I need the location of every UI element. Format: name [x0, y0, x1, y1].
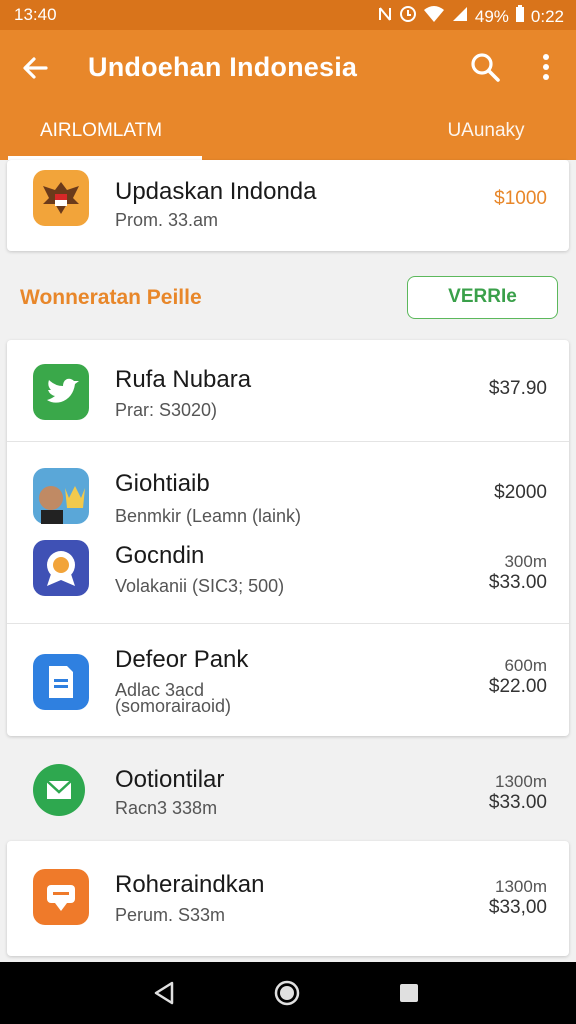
avatar-crown-icon — [33, 468, 89, 524]
list-item[interactable]: Rufa Nubara Prar: S3020) $37.90 — [7, 340, 569, 441]
list-item[interactable]: Giohtiaib Benmkir (Leamn (laink) $2000 — [7, 442, 569, 528]
badge-icon — [33, 540, 89, 596]
item-sub: Benmkir (Leamn (laink) — [115, 506, 302, 526]
item-sub: Prar: S3020) — [115, 400, 218, 420]
nav-home-icon[interactable] — [272, 978, 302, 1008]
battery-percent: 49% — [474, 6, 509, 26]
item-distance: 1300m — [495, 877, 547, 896]
item-price: $33,00 — [488, 897, 547, 918]
document-icon — [33, 654, 89, 710]
nav-back-icon[interactable] — [150, 978, 180, 1008]
mail-icon — [33, 764, 85, 816]
item-name: Roheraindkan — [115, 871, 265, 898]
featured-card[interactable]: Updaskan Indonda Prom. 33.am $1000 — [7, 160, 569, 251]
chat-icon — [33, 869, 89, 925]
item-name: Gocndin — [115, 542, 205, 569]
item-sub: Perum. S33m — [115, 905, 226, 925]
list-item[interactable]: Roheraindkan Perum. S33m 1300m $33,00 — [7, 841, 569, 956]
bird-icon — [33, 364, 89, 420]
back-arrow-icon[interactable] — [18, 50, 54, 86]
item-sub: Prom. 33.am — [115, 210, 219, 230]
item-distance: 300m — [504, 552, 547, 571]
system-nav-bar — [0, 962, 576, 1024]
list-card: Rufa Nubara Prar: S3020) $37.90 Giohtiai… — [7, 340, 569, 736]
item-name: Rufa Nubara — [115, 366, 252, 393]
verify-button[interactable]: VERRIe — [407, 276, 558, 319]
item-name: Ootiontilar — [115, 766, 225, 793]
item-name: Updaskan Indonda — [115, 178, 317, 205]
app-title: Undoehan Indonesia — [88, 52, 358, 82]
item-price: $37.90 — [488, 378, 547, 399]
item-name: Defeor Pank — [115, 646, 249, 673]
tab-airlomlatm[interactable]: AIRLOMLATM — [0, 120, 202, 160]
sync-icon — [399, 5, 417, 28]
item-sub: Volakanii (SIC3; 500) — [115, 576, 285, 596]
tab-bar: AIRLOMLATM UAunaky — [0, 112, 576, 160]
item-price: $2000 — [494, 482, 547, 503]
item-distance: 600m — [504, 656, 547, 675]
search-icon[interactable] — [468, 50, 502, 84]
section-title: Wonneratan Peille — [20, 286, 202, 309]
status-time: 13:40 — [14, 5, 57, 24]
battery-icon — [515, 5, 525, 28]
item-price: $22.00 — [488, 676, 547, 697]
tab-uaunaky[interactable]: UAunaky — [396, 120, 576, 160]
list-item[interactable]: Gocndin Volakanii (SIC3; 500) 300m $33.0… — [7, 528, 569, 623]
status-clock-right: 0:22 — [530, 6, 564, 26]
more-vert-icon[interactable] — [534, 50, 558, 84]
item-sub-secondary: (somorairaoid) — [115, 696, 232, 716]
garuda-emblem-icon — [33, 170, 89, 226]
list-item[interactable]: Defeor Pank Adlac 3acd (somorairaoid) 60… — [7, 624, 569, 736]
app-bar: Undoehan Indonesia — [0, 30, 576, 112]
list-card: Roheraindkan Perum. S33m 1300m $33,00 — [7, 841, 569, 956]
item-name: Giohtiaib — [115, 470, 210, 497]
list-item[interactable]: Ootiontilar Racn3 338m 1300m $33.00 — [7, 748, 569, 838]
wifi-icon — [423, 5, 445, 28]
nav-recents-icon[interactable] — [394, 978, 424, 1008]
list-item[interactable]: Updaskan Indonda Prom. 33.am $1000 — [7, 160, 569, 251]
status-bar: 13:40 49% 0:22 — [0, 0, 576, 30]
signal-icon — [451, 5, 469, 28]
item-price: $1000 — [494, 188, 547, 209]
nfc-icon — [377, 6, 393, 27]
status-icons: 49% 0:22 — [377, 5, 564, 28]
item-price: $33.00 — [488, 792, 547, 813]
item-sub: Racn3 338m — [115, 798, 218, 818]
item-price: $33.00 — [488, 572, 547, 593]
item-distance: 1300m — [495, 772, 547, 791]
